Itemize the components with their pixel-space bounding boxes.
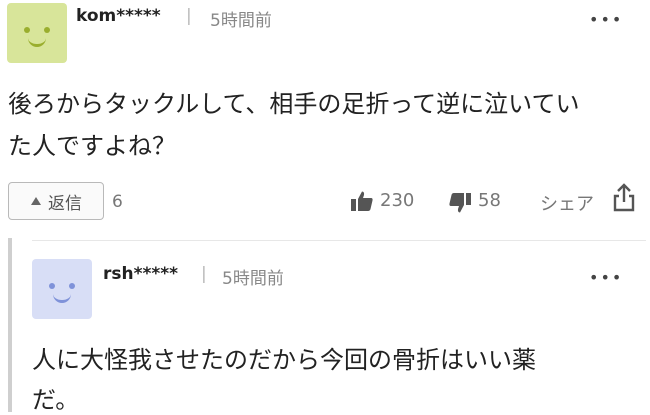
- reply-body-line-2: だ。: [32, 386, 80, 414]
- reply-timestamp: 5時間前: [222, 269, 284, 289]
- reply-more-options-icon[interactable]: •••: [589, 268, 623, 287]
- triangle-up-icon: [31, 197, 41, 205]
- thumbs-down-icon[interactable]: [448, 192, 472, 214]
- reply-separator: |: [201, 264, 207, 284]
- thread-line: [8, 238, 12, 412]
- comment-username[interactable]: kom*****: [76, 6, 161, 26]
- reply-count: 6: [112, 192, 123, 212]
- share-icon[interactable]: [612, 183, 636, 213]
- comment-separator: |: [186, 6, 192, 26]
- avatar[interactable]: [7, 3, 67, 63]
- avatar-eye-left-icon: [24, 27, 30, 33]
- comment-body-line-1: 後ろからタックルして、相手の足折って逆に泣いてい: [8, 90, 580, 118]
- avatar-eye-left-icon: [49, 283, 55, 289]
- comment-body-line-2: た人ですよね？: [8, 132, 176, 160]
- avatar-eye-right-icon: [69, 283, 75, 289]
- avatar-smile-icon: [28, 37, 46, 47]
- reply-avatar[interactable]: [32, 259, 92, 319]
- reply-divider: [32, 240, 646, 241]
- share-label[interactable]: シェア: [540, 190, 594, 216]
- dislike-count: 58: [478, 190, 501, 211]
- like-count: 230: [380, 190, 415, 211]
- reply-username[interactable]: rsh*****: [103, 264, 178, 284]
- comment-timestamp: 5時間前: [210, 11, 272, 31]
- more-options-icon[interactable]: •••: [589, 10, 623, 29]
- thumbs-up-icon[interactable]: [350, 190, 374, 212]
- reply-button-label: 返信: [48, 193, 82, 214]
- reply-button[interactable]: 返信: [8, 182, 104, 220]
- avatar-smile-icon: [53, 293, 71, 303]
- avatar-eye-right-icon: [44, 27, 50, 33]
- reply-body-line-1: 人に大怪我させたのだから今回の骨折はいい薬: [32, 346, 536, 374]
